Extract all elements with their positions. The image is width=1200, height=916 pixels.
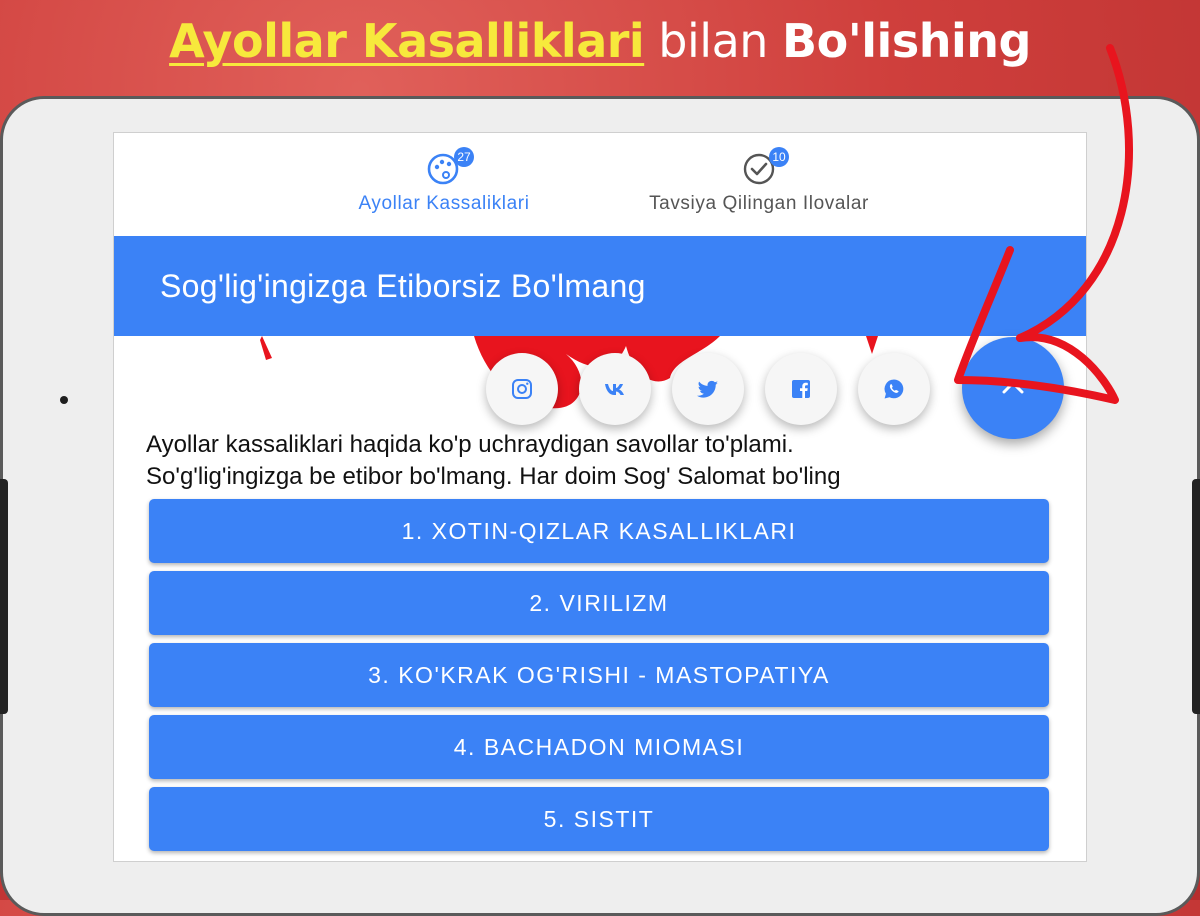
tablet-side-button-left (0, 479, 8, 714)
topic-menu: 1. XOTIN-QIZLAR KASALLIKLARI 2. VIRILIZM… (149, 499, 1049, 859)
tab-ayollar-kassaliklari[interactable]: 27 Ayollar Kassaliklari (334, 133, 554, 237)
share-facebook-button[interactable] (765, 353, 837, 425)
headline-action: Bo'lishing (782, 14, 1031, 68)
intro-line-2: So'g'lig'ingizga be etibor bo'lmang. Har… (146, 463, 841, 490)
app-bar: Sog'lig'ingizga Etiborsiz Bo'lmang (114, 236, 1086, 336)
facebook-icon (792, 380, 810, 398)
tablet-side-button-right (1192, 479, 1200, 714)
twitter-icon (696, 380, 718, 398)
whatsapp-icon (884, 379, 904, 399)
topic-button-2[interactable]: 2. VIRILIZM (149, 571, 1049, 635)
instagram-icon (512, 379, 532, 399)
topic-button-1[interactable]: 1. XOTIN-QIZLAR KASALLIKLARI (149, 499, 1049, 563)
intro-text: Ayollar kassaliklari haqida ko'p uchrayd… (146, 429, 1046, 493)
page-title: Sog'lig'ingizga Etiborsiz Bo'lmang (160, 268, 646, 304)
vk-icon (605, 384, 624, 395)
topic-button-4[interactable]: 4. BACHADON MIOMASI (149, 715, 1049, 779)
tab-bar: 27 Ayollar Kassaliklari 10 Tavsiya Qilin… (114, 133, 1086, 237)
tab-badge-count: 27 (454, 147, 474, 167)
tablet-camera (60, 396, 68, 404)
share-whatsapp-button[interactable] (858, 353, 930, 425)
share-instagram-button[interactable] (486, 353, 558, 425)
tab-tavsiya-ilovalar[interactable]: 10 Tavsiya Qilingan Ilovalar (614, 133, 904, 237)
promo-headline: Ayollar Kasalliklari bilan Bo'lishing (0, 14, 1200, 68)
share-toggle-fab[interactable] (962, 337, 1064, 439)
topic-button-5[interactable]: 5. SISTIT (149, 787, 1049, 851)
share-twitter-button[interactable] (672, 353, 744, 425)
tab-label: Tavsiya Qilingan Ilovalar (649, 193, 869, 214)
tab-label: Ayollar Kassaliklari (358, 193, 530, 214)
tab-badge-count: 10 (769, 147, 789, 167)
headline-app-name: Ayollar Kasalliklari (169, 14, 645, 68)
chevron-up-icon (1002, 381, 1024, 394)
headline-connector: bilan (644, 14, 783, 68)
share-vk-button[interactable] (579, 353, 651, 425)
app-screen: 27 Ayollar Kassaliklari 10 Tavsiya Qilin… (113, 132, 1087, 862)
intro-line-1: Ayollar kassaliklari haqida ko'p uchrayd… (146, 431, 794, 458)
topic-button-3[interactable]: 3. KO'KRAK OG'RISHI - MASTOPATIYA (149, 643, 1049, 707)
